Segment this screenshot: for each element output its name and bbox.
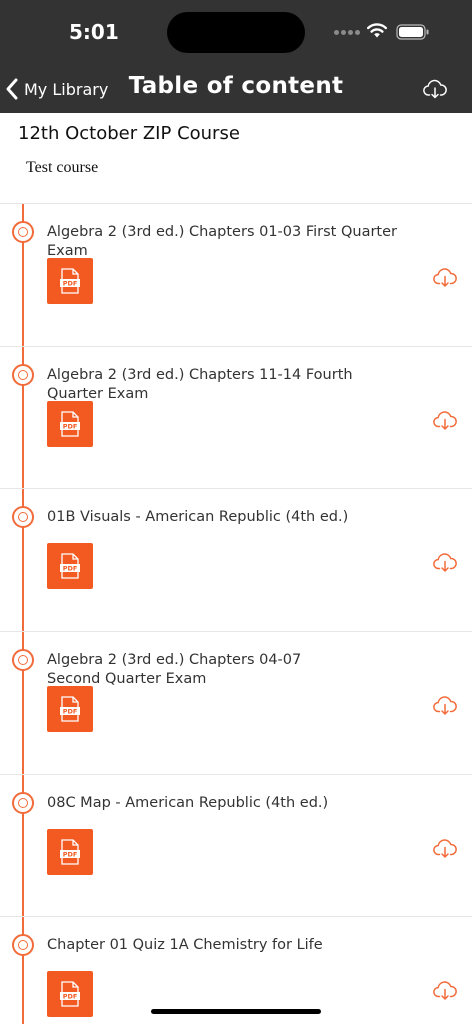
item-title: 01B Visuals - American Republic (4th ed.… (47, 509, 349, 526)
course-title: 12th October ZIP Course (18, 123, 240, 144)
cellular-signal-icon (334, 30, 360, 36)
list-item[interactable]: 08C Map - American Republic (4th ed.) PD… (0, 775, 472, 918)
circle-marker-icon (12, 506, 34, 529)
pdf-file-icon: PDF (60, 411, 80, 437)
pdf-file-button[interactable]: PDF (47, 686, 93, 733)
circle-marker-icon (12, 791, 34, 814)
course-description: Test course (26, 159, 99, 176)
content-list: Algebra 2 (3rd ed.) Chapters 01-03 First… (0, 204, 472, 1024)
pdf-file-button[interactable]: PDF (47, 543, 93, 590)
item-title: Algebra 2 (3rd ed.) Chapters 11-14 Fourt… (47, 366, 353, 402)
list-item[interactable]: 01B Visuals - American Republic (4th ed.… (0, 489, 472, 633)
pdf-file-icon: PDF (60, 696, 80, 722)
cloud-download-icon[interactable] (433, 981, 457, 1001)
cloud-download-icon[interactable] (423, 78, 447, 100)
list-item[interactable]: Algebra 2 (3rd ed.) Chapters 04-07 Secon… (0, 632, 472, 775)
item-title: Algebra 2 (3rd ed.) Chapters 01-03 First… (47, 224, 397, 259)
cloud-download-icon[interactable] (433, 410, 457, 431)
svg-text:PDF: PDF (63, 993, 78, 1001)
list-item[interactable]: Algebra 2 (3rd ed.) Chapters 11-14 Fourt… (0, 347, 472, 490)
page-title: Table of content (128, 73, 344, 99)
svg-text:PDF: PDF (63, 422, 78, 430)
circle-marker-icon (12, 363, 34, 386)
svg-text:PDF: PDF (63, 280, 78, 288)
list-item[interactable]: Algebra 2 (3rd ed.) Chapters 01-03 First… (0, 204, 472, 347)
circle-marker-icon (12, 221, 34, 243)
cloud-download-icon[interactable] (433, 696, 457, 716)
pdf-file-button[interactable]: PDF (47, 971, 93, 1018)
battery-icon (396, 24, 429, 40)
cloud-download-icon[interactable] (433, 839, 457, 859)
item-title: 08C Map - American Republic (4th ed.) (47, 794, 329, 811)
pdf-file-icon: PDF (60, 553, 80, 580)
pdf-file-button[interactable]: PDF (47, 828, 93, 875)
cloud-download-icon[interactable] (433, 553, 457, 573)
circle-marker-icon (12, 934, 34, 957)
pdf-file-icon: PDF (60, 981, 80, 1008)
pdf-file-icon: PDF (60, 268, 80, 294)
pdf-file-icon: PDF (60, 839, 80, 865)
svg-text:PDF: PDF (63, 565, 78, 573)
wifi-icon (367, 23, 387, 38)
pdf-file-button[interactable]: PDF (47, 400, 93, 447)
navigation-bar: 5:01 My Library Table of content (0, 0, 472, 113)
home-indicator[interactable] (151, 1009, 321, 1014)
status-time: 5:01 (69, 20, 119, 44)
dynamic-island (167, 12, 305, 53)
cloud-download-icon[interactable] (433, 268, 457, 288)
item-title: Algebra 2 (3rd ed.) Chapters 04-07 Secon… (47, 652, 302, 688)
circle-marker-icon (12, 649, 34, 672)
svg-text:PDF: PDF (63, 850, 78, 858)
item-title: Chapter 01 Quiz 1A Chemistry for Life (47, 937, 323, 954)
svg-text:PDF: PDF (63, 708, 78, 716)
pdf-file-button[interactable]: PDF (47, 258, 93, 304)
